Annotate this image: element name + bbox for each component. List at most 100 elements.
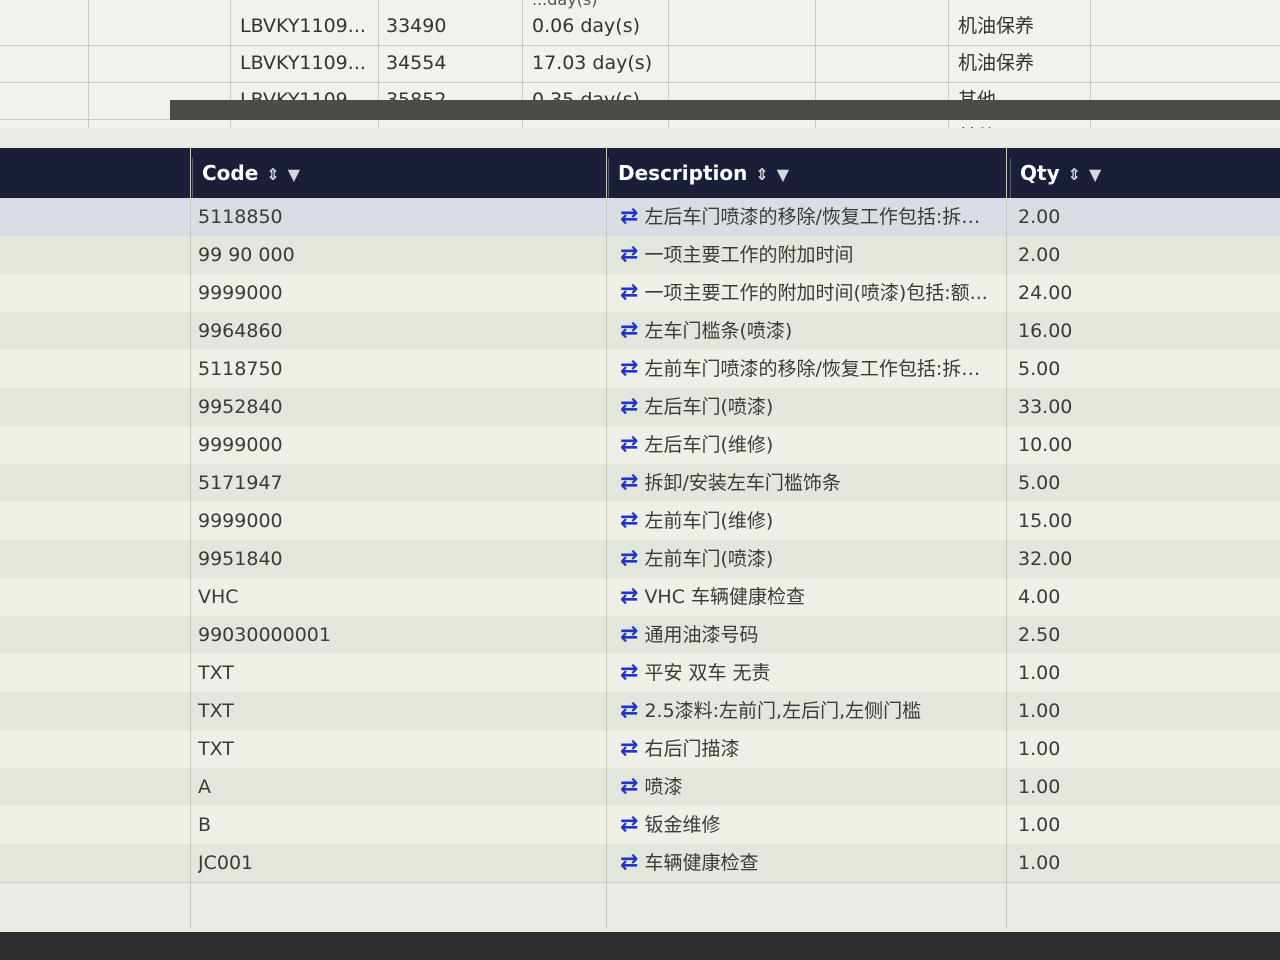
table-row[interactable]: TXT ⇄ 右后门描漆 1.00: [0, 730, 1280, 769]
qty-cell: 1.00: [1018, 662, 1061, 684]
swap-arrows-icon[interactable]: ⇄: [620, 464, 638, 502]
swap-arrows-icon[interactable]: ⇄: [620, 388, 638, 426]
swap-arrows-icon[interactable]: ⇄: [620, 578, 638, 616]
table-row[interactable]: 5171947 ⇄ 拆卸/安装左车门槛饰条 5.00: [0, 464, 1280, 503]
sort-icon[interactable]: ⇕: [755, 150, 768, 200]
swap-arrows-icon[interactable]: ⇄: [620, 312, 638, 350]
table-row[interactable]: VHC ⇄ VHC 车辆健康检查 4.00: [0, 578, 1280, 617]
swap-arrows-icon[interactable]: ⇄: [620, 806, 638, 844]
table-row[interactable]: 9964860 ⇄ 左车门槛条(喷漆) 16.00: [0, 312, 1280, 351]
description-text: 拆卸/安装左车门槛饰条: [644, 472, 841, 494]
swap-arrows-icon[interactable]: ⇄: [620, 426, 638, 464]
table-row[interactable]: TXT ⇄ 平安 双车 无责 1.00: [0, 654, 1280, 693]
swap-arrows-icon[interactable]: ⇄: [620, 350, 638, 388]
description-cell: ⇄ 一项主要工作的附加时间: [620, 236, 995, 274]
description-text: 左后车门(喷漆): [644, 396, 774, 418]
table-row[interactable]: 9952840 ⇄ 左后车门(喷漆) 33.00: [0, 388, 1280, 427]
description-cell: ⇄ 平安 双车 无责: [620, 654, 995, 692]
description-text: 左前车门(喷漆): [644, 548, 774, 570]
table-row[interactable]: 5118750 ⇄ 左前车门喷漆的移除/恢复工作包括:拆卸... 5.00: [0, 350, 1280, 389]
swap-arrows-icon[interactable]: ⇄: [620, 198, 638, 236]
table-row[interactable]: 99 90 000 ⇄ 一项主要工作的附加时间 2.00: [0, 236, 1280, 275]
qty-cell: 5.00: [1018, 472, 1061, 494]
filter-icon[interactable]: ▼: [777, 150, 789, 200]
description-cell: ⇄ 拆卸/安装左车门槛饰条: [620, 464, 995, 502]
code-cell: 5171947: [198, 472, 283, 494]
qty-cell: 1.00: [1018, 814, 1061, 836]
description-cell: ⇄ 左前车门(喷漆): [620, 540, 995, 578]
swap-arrows-icon[interactable]: ⇄: [620, 616, 638, 654]
swap-arrows-icon[interactable]: ⇄: [620, 236, 638, 274]
filter-icon[interactable]: ▼: [1089, 150, 1101, 200]
description-cell: ⇄ 右后门描漆: [620, 730, 995, 768]
table-row[interactable]: A ⇄ 喷漆 1.00: [0, 768, 1280, 807]
swap-arrows-icon[interactable]: ⇄: [620, 654, 638, 692]
code-cell: 9952840: [198, 396, 283, 418]
swap-arrows-icon[interactable]: ⇄: [620, 540, 638, 578]
description-header-label: Description: [618, 161, 748, 185]
days-cell: 17.03 day(s): [532, 52, 653, 74]
qty-cell: 4.00: [1018, 586, 1061, 608]
service-type-cell: 机油保养: [958, 15, 1035, 37]
swap-arrows-icon[interactable]: ⇄: [620, 692, 638, 730]
qty-cell: 16.00: [1018, 320, 1073, 342]
sort-icon[interactable]: ⇕: [1068, 150, 1081, 200]
description-cell: ⇄ 左后车门(喷漆): [620, 388, 995, 426]
table-row[interactable]: 9999000 ⇄ 一项主要工作的附加时间(喷漆)包括:额... 24.00: [0, 274, 1280, 313]
history-row[interactable]: 其他: [0, 119, 1280, 128]
description-cell: ⇄ 车辆健康检查: [620, 844, 995, 882]
history-row[interactable]: LBVKY1109... 33490 0.06 day(s) 机油保养: [0, 8, 1280, 46]
table-row[interactable]: 9999000 ⇄ 左前车门(维修) 15.00: [0, 502, 1280, 541]
description-cell: ⇄ 左后车门喷漆的移除/恢复工作包括:拆卸...: [620, 198, 995, 236]
table-row[interactable]: JC001 ⇄ 车辆健康检查 1.00: [0, 844, 1280, 883]
swap-arrows-icon[interactable]: ⇄: [620, 730, 638, 768]
description-text: 喷漆: [644, 776, 683, 798]
code-cell: JC001: [198, 852, 254, 874]
qty-column-header[interactable]: Qty ⇕ ▼: [1020, 148, 1101, 198]
table-row[interactable]: TXT ⇄ 2.5漆料:左前门,左后门,左侧门槛 1.00: [0, 692, 1280, 731]
qty-cell: 10.00: [1018, 434, 1073, 456]
filter-icon[interactable]: ▼: [288, 150, 300, 200]
qty-cell: 1.00: [1018, 700, 1061, 722]
qty-cell: 1.00: [1018, 852, 1061, 874]
code-cell: 5118750: [198, 358, 283, 380]
description-text: 通用油漆号码: [644, 624, 759, 646]
qty-cell: 24.00: [1018, 282, 1073, 304]
vehicle-history-grid: ...day(s) LBVKY1109...334900.06 day(s)机油…: [0, 0, 1280, 128]
table-row[interactable]: 99030000001 ⇄ 通用油漆号码 2.50: [0, 616, 1280, 655]
qty-cell: 1.00: [1018, 776, 1061, 798]
service-type-cell: 机油保养: [958, 52, 1035, 74]
swap-arrows-icon[interactable]: ⇄: [620, 274, 638, 312]
qty-cell: 32.00: [1018, 548, 1073, 570]
qty-cell: 33.00: [1018, 396, 1073, 418]
code-cell: TXT: [198, 662, 234, 684]
sort-icon[interactable]: ⇕: [266, 150, 279, 200]
history-row[interactable]: LBVKY1109... 34554 17.03 day(s) 机油保养: [0, 45, 1280, 83]
code-cell: TXT: [198, 738, 234, 760]
bottom-bar: [0, 932, 1280, 960]
table-row[interactable]: 9999000 ⇄ 左后车门(维修) 10.00: [0, 426, 1280, 465]
swap-arrows-icon[interactable]: ⇄: [620, 502, 638, 540]
vin-cell: [240, 119, 372, 128]
description-cell: ⇄ 左后车门(维修): [620, 426, 995, 464]
horizontal-scrollbar[interactable]: [170, 100, 1280, 120]
description-cell: ⇄ 喷漆: [620, 768, 995, 806]
qty-cell: 15.00: [1018, 510, 1073, 532]
qty-cell: 2.00: [1018, 244, 1061, 266]
code-cell: 9951840: [198, 548, 283, 570]
swap-arrows-icon[interactable]: ⇄: [620, 768, 638, 806]
code-cell: B: [198, 814, 212, 836]
odometer-cell: [386, 119, 506, 128]
table-row[interactable]: 9951840 ⇄ 左前车门(喷漆) 32.00: [0, 540, 1280, 579]
code-cell: 9999000: [198, 282, 283, 304]
table-row[interactable]: B ⇄ 钣金维修 1.00: [0, 806, 1280, 845]
qty-cell: 1.00: [1018, 738, 1061, 760]
description-text: 车辆健康检查: [644, 852, 759, 874]
description-cell: ⇄ 左车门槛条(喷漆): [620, 312, 995, 350]
table-row[interactable]: 5118850 ⇄ 左后车门喷漆的移除/恢复工作包括:拆卸... 2.00: [0, 198, 1280, 237]
code-column-header[interactable]: Code ⇕ ▼: [202, 148, 300, 198]
description-column-header[interactable]: Description ⇕ ▼: [618, 148, 789, 198]
description-text: 左后车门(维修): [644, 434, 774, 456]
swap-arrows-icon[interactable]: ⇄: [620, 844, 638, 882]
description-cell: ⇄ 通用油漆号码: [620, 616, 995, 654]
